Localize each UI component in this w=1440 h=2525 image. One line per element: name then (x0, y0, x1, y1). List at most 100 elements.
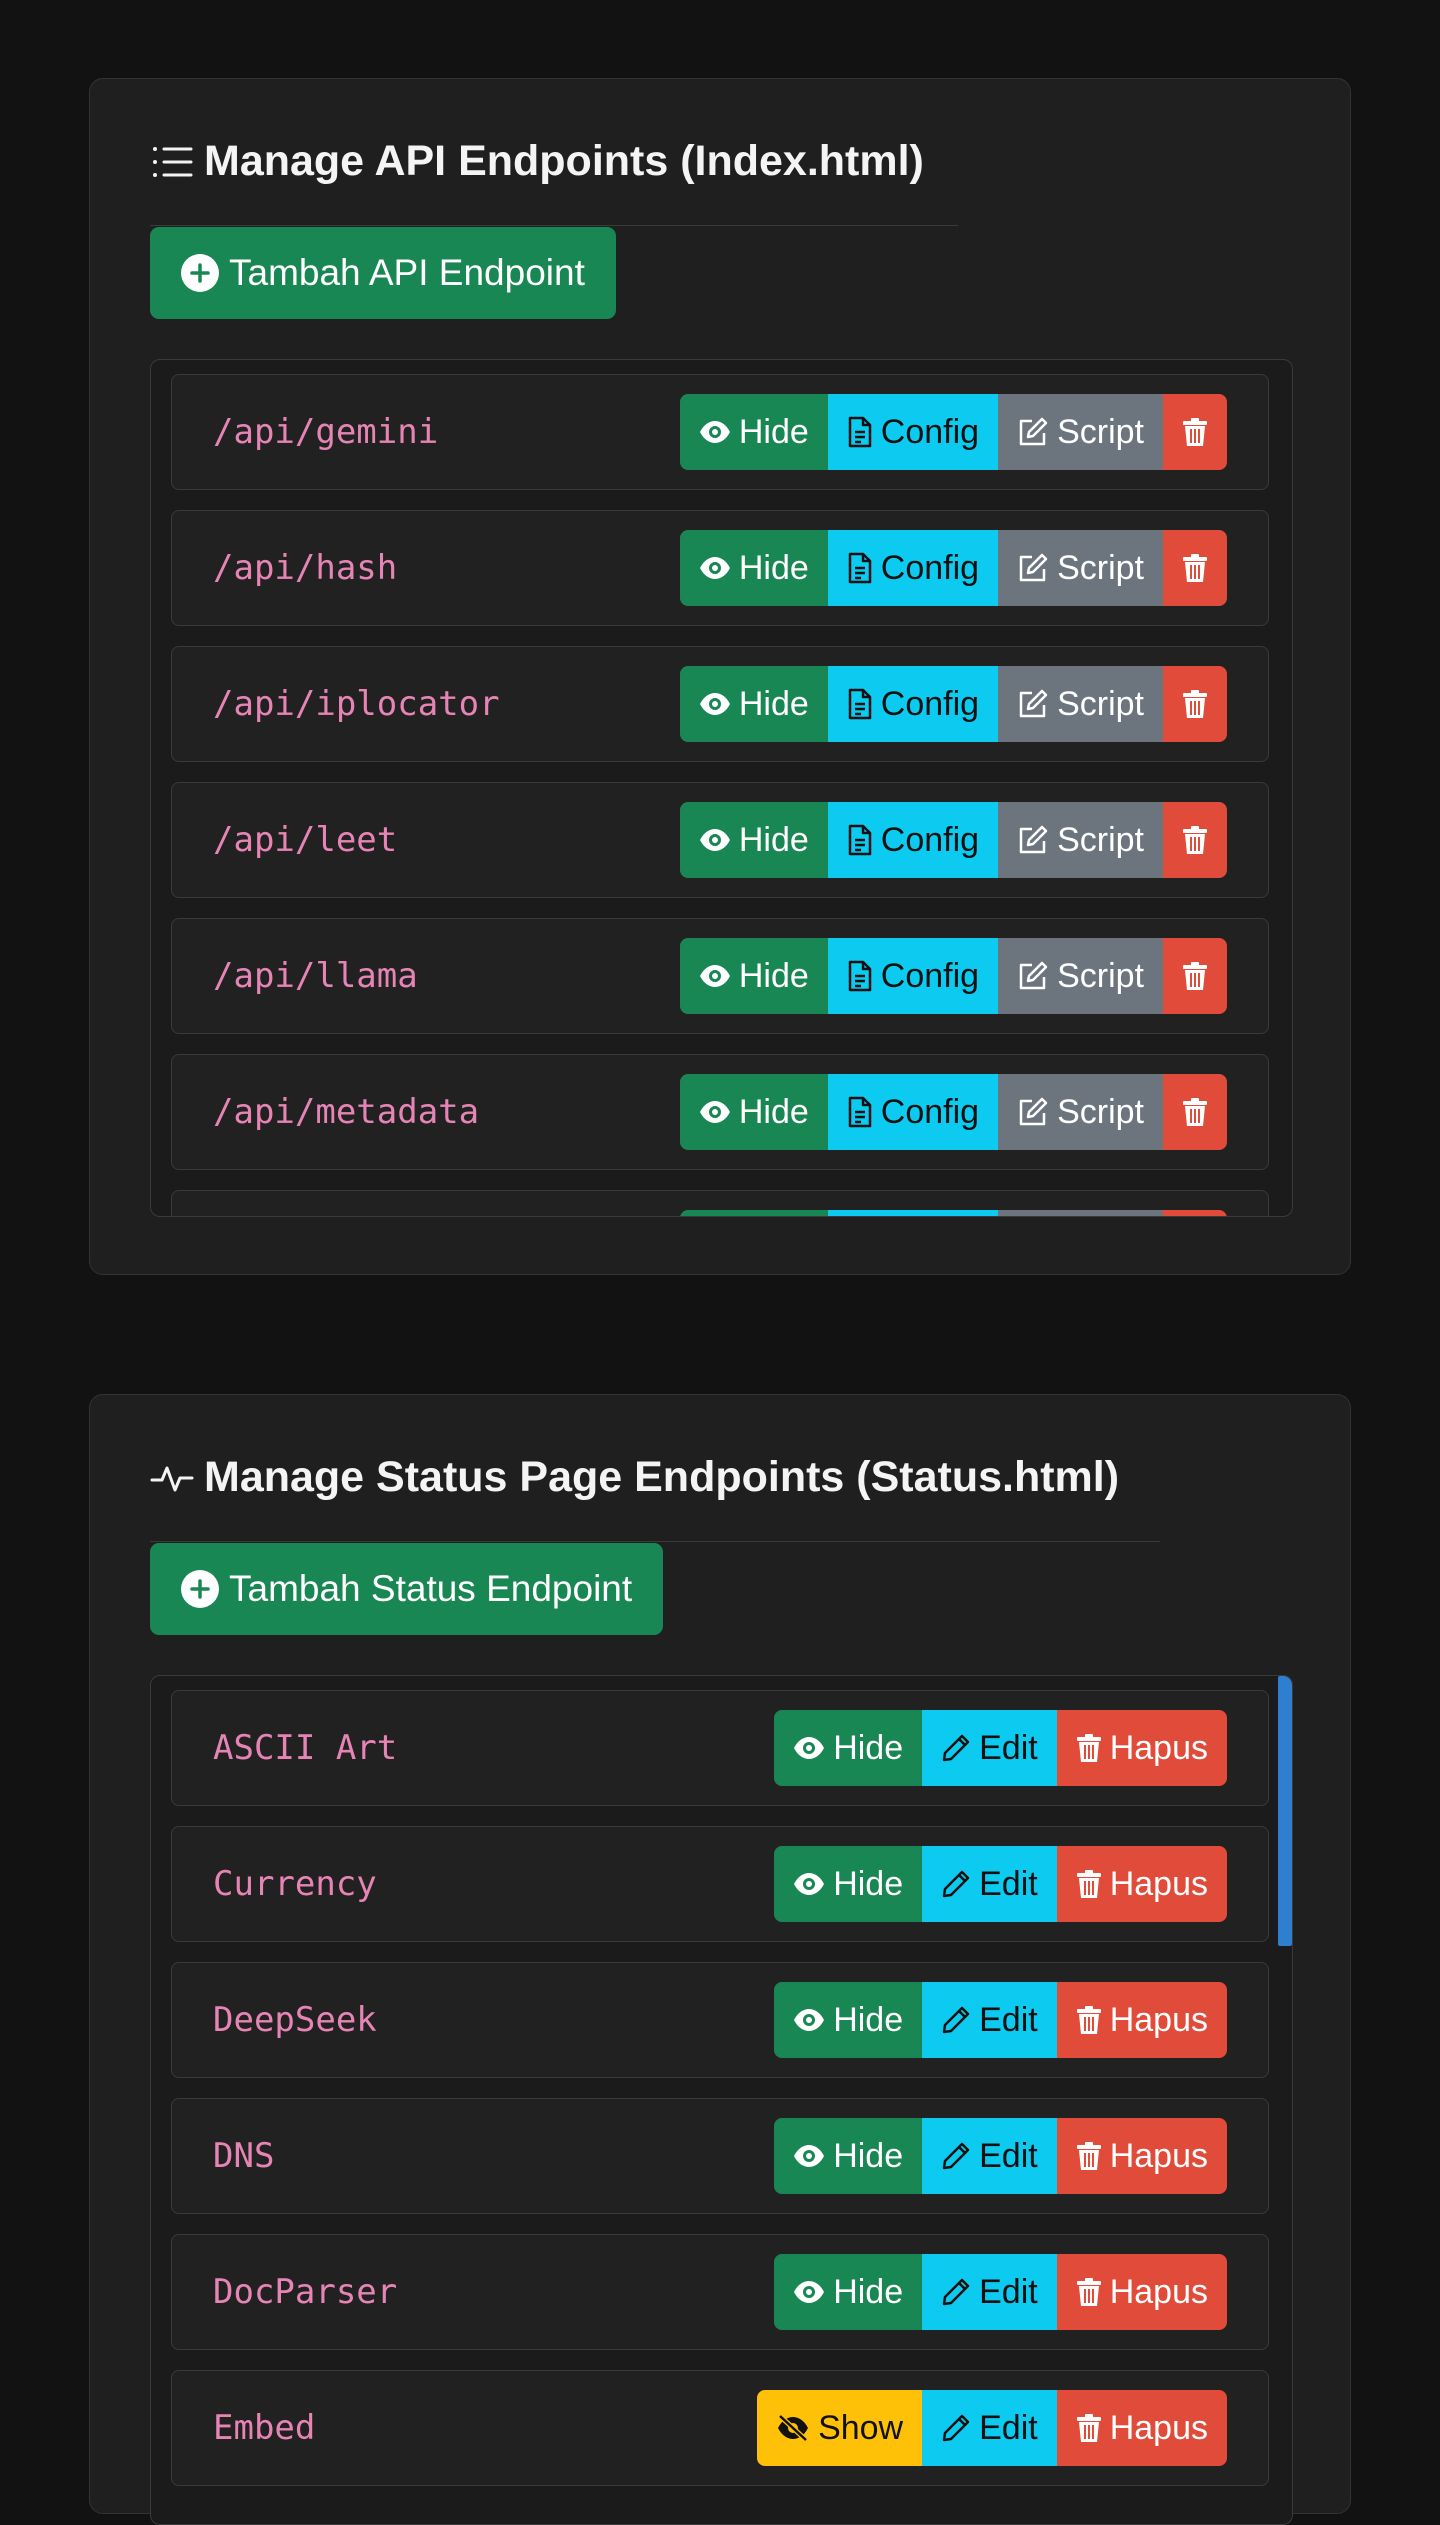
pencil-icon (941, 2005, 971, 2035)
api-endpoint-row: /api/hash Hide Config Script (171, 510, 1269, 626)
hide-button[interactable]: Hide (679, 666, 828, 742)
status-section-title-text: Manage Status Page Endpoints (Status.htm… (204, 1453, 1120, 1501)
endpoint-path: /api/metadata (213, 1092, 480, 1132)
config-button[interactable]: Config (827, 666, 999, 742)
config-label: Config (880, 684, 980, 723)
script-button[interactable]: Script (998, 1210, 1163, 1216)
delete-button[interactable] (1163, 938, 1227, 1014)
status-endpoint-row: DeepSeek Hide Edit Hapus (171, 1962, 1269, 2078)
script-button[interactable]: Script (998, 530, 1163, 606)
edit-button[interactable]: Edit (922, 1846, 1057, 1922)
delete-button[interactable]: Hapus (1056, 2390, 1227, 2466)
delete-button[interactable] (1163, 666, 1227, 742)
hide-label: Hide (833, 1728, 904, 1767)
hide-button[interactable]: Hide (774, 1846, 923, 1922)
endpoint-name: DeepSeek (213, 2000, 377, 2040)
trash-icon (1182, 417, 1208, 447)
config-button[interactable]: Config (827, 394, 999, 470)
edit-button[interactable]: Edit (922, 2390, 1057, 2466)
hide-button[interactable]: Hide (774, 2254, 923, 2330)
pencil-square-icon (1017, 552, 1049, 584)
hide-label: Hide (738, 548, 809, 587)
api-endpoint-row: /api/iplocator Hide Config Script (171, 646, 1269, 762)
script-label: Script (1057, 548, 1144, 587)
trash-icon (1076, 1869, 1102, 1899)
config-button[interactable]: Config (827, 938, 999, 1014)
eye-icon (699, 964, 731, 988)
pencil-square-icon (1017, 416, 1049, 448)
delete-button[interactable] (1163, 530, 1227, 606)
hide-button[interactable]: Hide (679, 1074, 828, 1150)
hide-button[interactable]: Hide (679, 802, 828, 878)
pencil-square-icon (1017, 1096, 1049, 1128)
file-text-icon (847, 688, 873, 720)
status-endpoint-row: Embed Show Edit Hapus (171, 2370, 1269, 2486)
delete-label: Hapus (1109, 1728, 1208, 1767)
api-endpoint-row: /api/gemini Hide Config Script (171, 374, 1269, 490)
api-endpoint-list[interactable]: /api/gemini Hide Config Script/api/hash Hide… (150, 359, 1293, 1217)
api-endpoint-row: /api/metadata Hide Config Script (171, 1054, 1269, 1170)
edit-button[interactable]: Edit (922, 2118, 1057, 2194)
endpoint-actions: Hide Edit Hapus (774, 1710, 1227, 1786)
config-button[interactable]: Config (827, 1210, 999, 1216)
config-button[interactable]: Config (827, 530, 999, 606)
scrollbar-thumb[interactable] (1278, 1676, 1292, 1946)
script-button[interactable]: Script (998, 394, 1163, 470)
hide-label: Hide (738, 412, 809, 451)
delete-button[interactable]: Hapus (1056, 2118, 1227, 2194)
add-api-endpoint-button[interactable]: Tambah API Endpoint (150, 227, 616, 319)
hide-button[interactable]: Hide (679, 530, 828, 606)
script-button[interactable]: Script (998, 802, 1163, 878)
hide-button[interactable]: Hide (679, 938, 828, 1014)
script-button[interactable]: Script (998, 938, 1163, 1014)
api-section-title: Manage API Endpoints (Index.html) (150, 137, 924, 186)
delete-label: Hapus (1109, 2000, 1208, 2039)
status-endpoint-row: ASCII Art Hide Edit Hapus (171, 1690, 1269, 1806)
delete-button[interactable] (1163, 1210, 1227, 1216)
delete-button[interactable]: Hapus (1056, 1710, 1227, 1786)
eye-icon (699, 828, 731, 852)
config-button[interactable]: Config (827, 1074, 999, 1150)
endpoint-path: /api/leet (213, 820, 398, 860)
trash-icon (1182, 689, 1208, 719)
endpoint-actions: Hide Config Script (679, 530, 1227, 606)
hide-button[interactable]: Hide (679, 1210, 828, 1216)
delete-button[interactable]: Hapus (1056, 1846, 1227, 1922)
pencil-square-icon (1017, 688, 1049, 720)
config-button[interactable]: Config (827, 802, 999, 878)
trash-icon (1076, 2141, 1102, 2171)
eye-icon (793, 1736, 825, 1760)
hide-button[interactable]: Hide (774, 1982, 923, 2058)
edit-button[interactable]: Edit (922, 1982, 1057, 2058)
delete-button[interactable] (1163, 802, 1227, 878)
show-button[interactable]: Show (757, 2390, 923, 2466)
api-endpoints-card: Manage API Endpoints (Index.html) Tambah… (89, 78, 1351, 1275)
delete-button[interactable]: Hapus (1056, 2254, 1227, 2330)
script-button[interactable]: Script (998, 666, 1163, 742)
hide-button[interactable]: Hide (679, 394, 828, 470)
status-endpoint-row: DocParser Hide Edit Hapus (171, 2234, 1269, 2350)
endpoint-actions: Hide Edit Hapus (774, 1982, 1227, 2058)
config-label: Config (880, 548, 980, 587)
hide-label: Hide (738, 1092, 809, 1131)
status-endpoints-card: Manage Status Page Endpoints (Status.htm… (89, 1394, 1351, 2525)
endpoint-actions: Hide Edit Hapus (774, 2118, 1227, 2194)
status-endpoint-row: DNS Hide Edit Hapus (171, 2098, 1269, 2214)
status-section-title: Manage Status Page Endpoints (Status.htm… (150, 1453, 1119, 1502)
script-button[interactable]: Script (998, 1074, 1163, 1150)
delete-button[interactable]: Hapus (1056, 1982, 1227, 2058)
eye-icon (793, 2008, 825, 2032)
edit-button[interactable]: Edit (922, 2254, 1057, 2330)
edit-button[interactable]: Edit (922, 1710, 1057, 1786)
delete-button[interactable] (1163, 1074, 1227, 1150)
edit-label: Edit (979, 1728, 1038, 1767)
hide-button[interactable]: Hide (774, 2118, 923, 2194)
hide-button[interactable]: Hide (774, 1710, 923, 1786)
endpoint-actions: HideConfigScript (679, 1210, 1227, 1216)
status-endpoint-list[interactable]: ASCII Art Hide Edit Hapus Currency Hide Edit Ha… (150, 1675, 1293, 2525)
delete-button[interactable] (1163, 394, 1227, 470)
script-label: Script (1057, 684, 1144, 723)
hide-label: Hide (833, 2272, 904, 2311)
status-endpoint-row: Currency Hide Edit Hapus (171, 1826, 1269, 1942)
add-status-endpoint-button[interactable]: Tambah Status Endpoint (150, 1543, 664, 1635)
